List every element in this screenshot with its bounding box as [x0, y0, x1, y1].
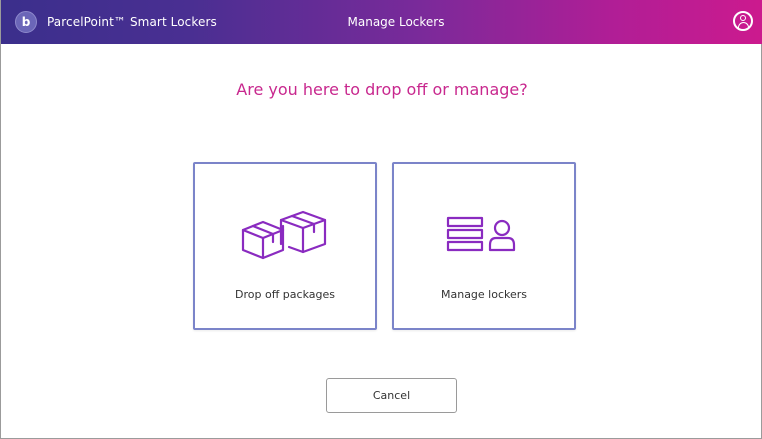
page-title: Manage Lockers — [347, 15, 445, 29]
packages-icon — [195, 204, 375, 264]
drop-off-packages-label: Drop off packages — [235, 288, 335, 301]
brand: b ParcelPoint™ Smart Lockers — [15, 10, 217, 34]
manage-lockers-label: Manage lockers — [440, 288, 528, 301]
manage-lockers-button[interactable]: Manage lockers — [392, 162, 576, 330]
top-bar: b ParcelPoint™ Smart Lockers Manage Lock… — [1, 0, 762, 44]
app-window: b ParcelPoint™ Smart Lockers Manage Lock… — [0, 0, 762, 439]
manage-lockers-icon — [394, 204, 574, 264]
brand-name: ParcelPoint™ Smart Lockers — [47, 15, 217, 29]
cancel-button[interactable]: Cancel — [326, 378, 457, 413]
user-head-shape — [740, 15, 746, 21]
user-circle-icon[interactable] — [733, 11, 753, 31]
brand-logo-icon: b — [15, 11, 37, 33]
question-heading: Are you here to drop off or manage? — [236, 80, 528, 99]
user-body-shape — [737, 22, 749, 28]
drop-off-packages-button[interactable]: Drop off packages — [193, 162, 377, 330]
